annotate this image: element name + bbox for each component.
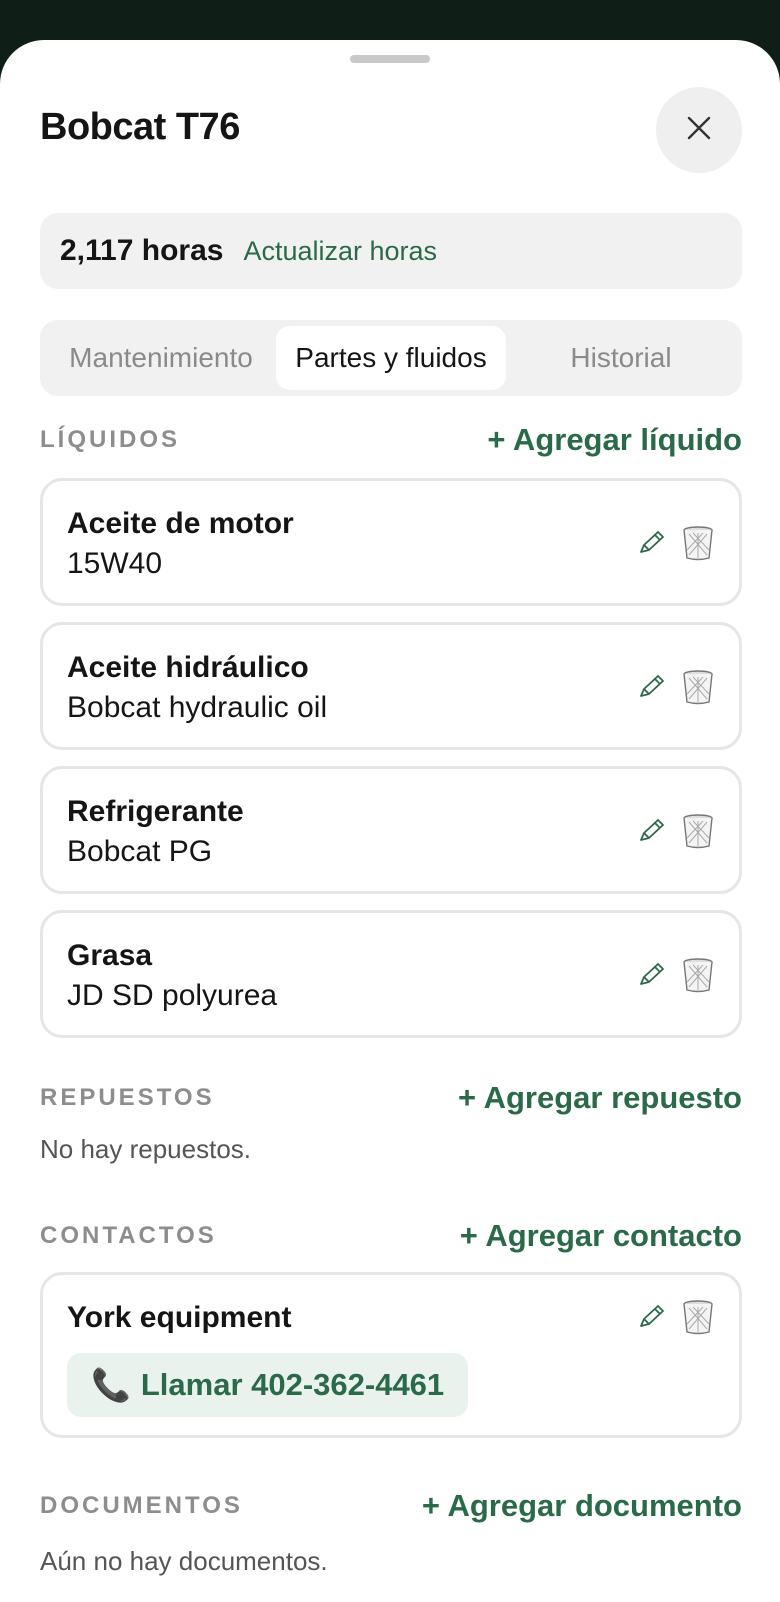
edit-pencil-icon[interactable] — [637, 960, 667, 990]
parts-empty-text: No hay repuestos. — [40, 1134, 252, 1164]
edit-pencil-icon[interactable] — [637, 816, 667, 846]
liquid-name: Refrigerante — [67, 795, 244, 828]
close-icon — [686, 115, 712, 146]
trash-icon[interactable] — [681, 1299, 715, 1335]
contacts-label: CONTACTOS — [40, 1222, 217, 1249]
liquid-actions — [637, 813, 715, 849]
liquid-detail: 15W40 — [67, 547, 163, 580]
liquid-card: Aceite de motor 15W40 — [40, 478, 742, 606]
tab-history[interactable]: Historial — [506, 326, 736, 390]
contact-actions — [637, 1299, 715, 1335]
edit-pencil-icon[interactable] — [637, 528, 667, 558]
liquid-detail: Bobcat hydraulic oil — [67, 691, 328, 724]
parts-label: REPUESTOS — [40, 1084, 215, 1111]
liquid-name: Aceite hidráulico — [67, 651, 309, 684]
liquids-section-header: LÍQUIDOS + Agregar líquido — [40, 422, 742, 458]
liquid-card: Refrigerante Bobcat PG — [40, 766, 742, 894]
add-liquid-button[interactable]: + Agregar líquido — [487, 422, 742, 458]
phone-icon: 📞 — [91, 1367, 131, 1403]
tab-maintenance[interactable]: Mantenimiento — [46, 326, 276, 390]
liquid-name: Grasa — [67, 939, 153, 972]
edit-pencil-icon[interactable] — [637, 1302, 667, 1332]
add-document-button[interactable]: + Agregar documento — [422, 1488, 742, 1524]
update-hours-link[interactable]: Actualizar horas — [243, 236, 437, 267]
sheet-grabber[interactable] — [350, 55, 430, 63]
trash-icon[interactable] — [681, 957, 715, 993]
liquid-name: Aceite de motor — [67, 507, 294, 540]
documents-section-header: DOCUMENTOS + Agregar documento — [40, 1488, 742, 1524]
tab-bar: Mantenimiento Partes y fluidos Historial — [40, 320, 742, 396]
tab-parts-fluids[interactable]: Partes y fluidos — [276, 326, 506, 390]
trash-icon[interactable] — [681, 669, 715, 705]
trash-icon[interactable] — [681, 813, 715, 849]
edit-pencil-icon[interactable] — [637, 672, 667, 702]
hours-value: 2,117 horas — [60, 234, 224, 267]
liquid-card: Aceite hidráulico Bobcat hydraulic oil — [40, 622, 742, 750]
add-part-button[interactable]: + Agregar repuesto — [458, 1080, 742, 1116]
liquid-card: Grasa JD SD polyurea — [40, 910, 742, 1038]
documents-label: DOCUMENTOS — [40, 1492, 243, 1519]
contact-name: York equipment — [67, 1301, 292, 1334]
liquid-detail: Bobcat PG — [67, 835, 213, 868]
trash-icon[interactable] — [681, 525, 715, 561]
add-contact-button[interactable]: + Agregar contacto — [460, 1218, 742, 1254]
call-contact-button[interactable]: 📞 Llamar 402-362-4461 — [67, 1353, 469, 1417]
liquid-detail: JD SD polyurea — [67, 979, 278, 1012]
page-title: Bobcat T76 — [40, 106, 240, 148]
call-label: Llamar 402-362-4461 — [140, 1367, 445, 1402]
liquid-actions — [637, 669, 715, 705]
contacts-section-header: CONTACTOS + Agregar contacto — [40, 1218, 742, 1254]
documents-empty-text: Aún no hay documentos. — [40, 1546, 328, 1576]
hours-card: 2,117 horas Actualizar horas — [40, 213, 742, 289]
liquid-actions — [637, 525, 715, 561]
liquids-label: LÍQUIDOS — [40, 426, 181, 453]
liquid-actions — [637, 957, 715, 993]
close-button[interactable] — [656, 87, 742, 173]
bottom-sheet: Bobcat T76 2,117 horas Actualizar horas … — [0, 40, 780, 1602]
contact-card: York equipment 📞 Llamar 402-362-4461 — [40, 1272, 742, 1438]
parts-section-header: REPUESTOS + Agregar repuesto — [40, 1080, 742, 1116]
